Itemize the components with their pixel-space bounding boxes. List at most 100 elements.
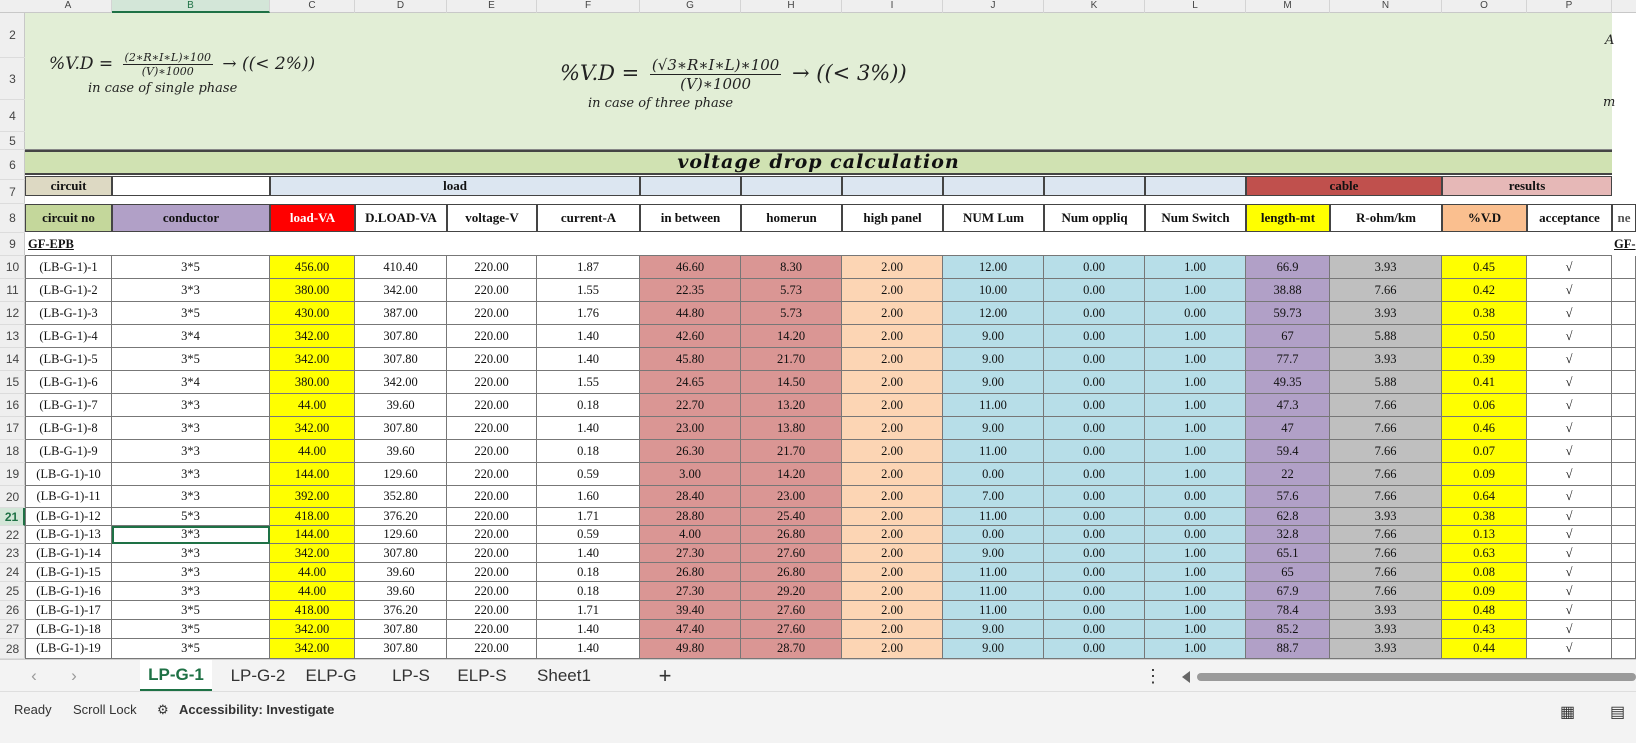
cell-r10-c11[interactable]: 0.00 — [1044, 463, 1145, 486]
cell-r18-c8[interactable]: 27.60 — [741, 620, 842, 639]
column-header-l[interactable]: L — [1145, 0, 1246, 13]
cell-r7-c14[interactable]: 7.66 — [1330, 394, 1442, 417]
cell-r18-c10[interactable]: 9.00 — [943, 620, 1044, 639]
cell-r11-c9[interactable]: 2.00 — [842, 486, 943, 508]
cell-r15-c5[interactable]: 220.00 — [447, 563, 537, 582]
cell-r11-c3[interactable]: 392.00 — [270, 486, 355, 508]
status-accessibility[interactable]: Accessibility: Investigate — [179, 702, 334, 717]
cell-r6-c14[interactable]: 5.88 — [1330, 371, 1442, 394]
cell-r15-c4[interactable]: 39.60 — [355, 563, 447, 582]
row-header-3[interactable]: 3 — [0, 58, 25, 100]
cell-r8-c5[interactable]: 220.00 — [447, 417, 537, 440]
cell-r12-c6[interactable]: 1.71 — [537, 508, 640, 526]
cell-r6-c15[interactable]: 0.41 — [1442, 371, 1527, 394]
cell-r2-c5[interactable]: 220.00 — [447, 279, 537, 302]
sheet-tab-sheet1[interactable]: Sheet1 — [525, 660, 603, 692]
cell-r8-c16[interactable]: √ — [1527, 417, 1612, 440]
cell-r10-c1[interactable]: (LB-G-1)-10 — [25, 463, 112, 486]
cell-r9-c15[interactable]: 0.07 — [1442, 440, 1527, 463]
cell-r1-c11[interactable]: 0.00 — [1044, 256, 1145, 279]
cell-r3-c9[interactable]: 2.00 — [842, 302, 943, 325]
cell-r4-c2[interactable]: 3*4 — [112, 325, 270, 348]
row-header-13[interactable]: 13 — [0, 325, 25, 348]
cell-r9-c3[interactable]: 44.00 — [270, 440, 355, 463]
cell-r3-c16[interactable]: √ — [1527, 302, 1612, 325]
cell-r2-c11[interactable]: 0.00 — [1044, 279, 1145, 302]
cell-r19-c8[interactable]: 28.70 — [741, 639, 842, 659]
row-header-15[interactable]: 15 — [0, 371, 25, 394]
column-header-h[interactable]: H — [741, 0, 842, 13]
cell-r8-c11[interactable]: 0.00 — [1044, 417, 1145, 440]
cell-r9-c2[interactable]: 3*3 — [112, 440, 270, 463]
cell-r14-c11[interactable]: 0.00 — [1044, 544, 1145, 563]
row-header-21[interactable]: 21 — [0, 508, 25, 526]
cell-r17-c15[interactable]: 0.48 — [1442, 601, 1527, 620]
cell-r2-c15[interactable]: 0.42 — [1442, 279, 1527, 302]
cell-r15-c11[interactable]: 0.00 — [1044, 563, 1145, 582]
cell-r3-c14[interactable]: 3.93 — [1330, 302, 1442, 325]
column-header-i[interactable]: I — [842, 0, 943, 13]
row-header-17[interactable]: 17 — [0, 417, 25, 440]
cell-r15-c2[interactable]: 3*3 — [112, 563, 270, 582]
cell-r18-c13[interactable]: 85.2 — [1246, 620, 1330, 639]
cell-r10-c7[interactable]: 3.00 — [640, 463, 741, 486]
cell-r11-c15[interactable]: 0.64 — [1442, 486, 1527, 508]
cell-r13-c13[interactable]: 32.8 — [1246, 526, 1330, 544]
cell-r11-c12[interactable]: 0.00 — [1145, 486, 1246, 508]
cell-r14-c8[interactable]: 27.60 — [741, 544, 842, 563]
cell-r6-c1[interactable]: (LB-G-1)-6 — [25, 371, 112, 394]
cell-r6-c4[interactable]: 342.00 — [355, 371, 447, 394]
cell-r13-c4[interactable]: 129.60 — [355, 526, 447, 544]
cell-r9-overflow[interactable] — [1612, 440, 1636, 463]
cell-r8-c1[interactable]: (LB-G-1)-8 — [25, 417, 112, 440]
cell-r10-c15[interactable]: 0.09 — [1442, 463, 1527, 486]
cell-r10-c13[interactable]: 22 — [1246, 463, 1330, 486]
cell-r1-overflow[interactable] — [1612, 256, 1636, 279]
cell-r13-c9[interactable]: 2.00 — [842, 526, 943, 544]
cell-r11-c10[interactable]: 7.00 — [943, 486, 1044, 508]
cell-r1-c16[interactable]: √ — [1527, 256, 1612, 279]
cell-r16-c6[interactable]: 0.18 — [537, 582, 640, 601]
cell-r12-c16[interactable]: √ — [1527, 508, 1612, 526]
cell-r2-c9[interactable]: 2.00 — [842, 279, 943, 302]
cell-r8-c10[interactable]: 9.00 — [943, 417, 1044, 440]
cell-r8-c12[interactable]: 1.00 — [1145, 417, 1246, 440]
cell-r12-c8[interactable]: 25.40 — [741, 508, 842, 526]
row-header-26[interactable]: 26 — [0, 601, 25, 620]
cell-r13-c14[interactable]: 7.66 — [1330, 526, 1442, 544]
cell-r3-c1[interactable]: (LB-G-1)-3 — [25, 302, 112, 325]
cell-r4-c16[interactable]: √ — [1527, 325, 1612, 348]
cell-r5-c10[interactable]: 9.00 — [943, 348, 1044, 371]
cell-r10-c9[interactable]: 2.00 — [842, 463, 943, 486]
cell-r18-c7[interactable]: 47.40 — [640, 620, 741, 639]
add-sheet-icon[interactable]: + — [650, 660, 680, 692]
cell-r9-c8[interactable]: 21.70 — [741, 440, 842, 463]
cell-r12-c1[interactable]: (LB-G-1)-12 — [25, 508, 112, 526]
cell-r16-c16[interactable]: √ — [1527, 582, 1612, 601]
cell-r12-c12[interactable]: 0.00 — [1145, 508, 1246, 526]
cell-r11-c14[interactable]: 7.66 — [1330, 486, 1442, 508]
cell-r4-c6[interactable]: 1.40 — [537, 325, 640, 348]
cell-r14-c5[interactable]: 220.00 — [447, 544, 537, 563]
cell-r9-c9[interactable]: 2.00 — [842, 440, 943, 463]
cell-r2-c1[interactable]: (LB-G-1)-2 — [25, 279, 112, 302]
column-header-b[interactable]: B — [112, 0, 270, 13]
cell-r17-c11[interactable]: 0.00 — [1044, 601, 1145, 620]
cell-r18-c6[interactable]: 1.40 — [537, 620, 640, 639]
cell-r14-c16[interactable]: √ — [1527, 544, 1612, 563]
cell-r19-c13[interactable]: 88.7 — [1246, 639, 1330, 659]
cell-r15-c3[interactable]: 44.00 — [270, 563, 355, 582]
cell-r3-c8[interactable]: 5.73 — [741, 302, 842, 325]
cell-r18-c11[interactable]: 0.00 — [1044, 620, 1145, 639]
cell-r1-c13[interactable]: 66.9 — [1246, 256, 1330, 279]
cell-r5-c12[interactable]: 1.00 — [1145, 348, 1246, 371]
cell-r5-c16[interactable]: √ — [1527, 348, 1612, 371]
cell-r17-c13[interactable]: 78.4 — [1246, 601, 1330, 620]
cell-r19-c9[interactable]: 2.00 — [842, 639, 943, 659]
cell-r4-c14[interactable]: 5.88 — [1330, 325, 1442, 348]
cell-r10-c14[interactable]: 7.66 — [1330, 463, 1442, 486]
cell-r7-c12[interactable]: 1.00 — [1145, 394, 1246, 417]
cell-r16-c14[interactable]: 7.66 — [1330, 582, 1442, 601]
cell-r18-c12[interactable]: 1.00 — [1145, 620, 1246, 639]
cell-r5-c1[interactable]: (LB-G-1)-5 — [25, 348, 112, 371]
